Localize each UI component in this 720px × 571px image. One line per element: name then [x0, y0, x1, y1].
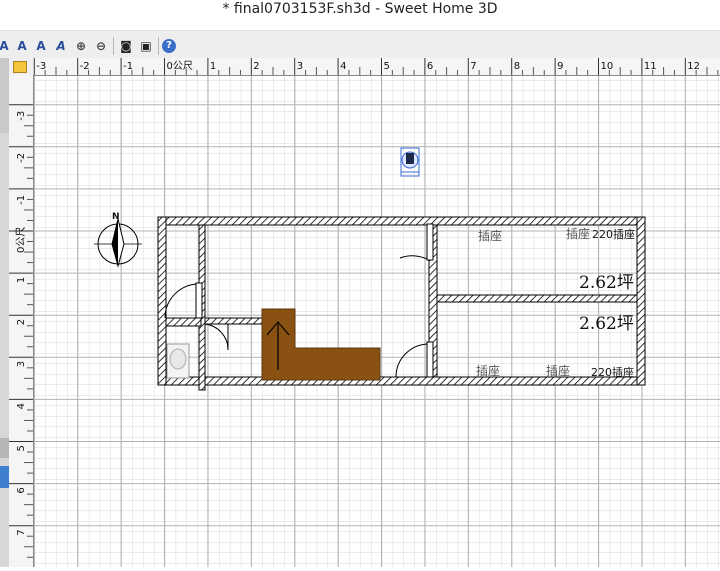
- ruler-label: -3: [16, 111, 27, 121]
- horizontal-ruler: -3 -2 -1 0公尺 1 2 3 4 5 6 7 8 9 10 11 12: [33, 58, 720, 76]
- wall[interactable]: [204, 317, 263, 325]
- ruler-label: 6: [16, 487, 27, 493]
- ruler-label: 5: [384, 61, 390, 72]
- video-icon[interactable]: ▣: [138, 38, 154, 54]
- ruler-label: -1: [16, 195, 27, 205]
- ruler-label: 3: [16, 361, 27, 367]
- room-area-label: 2.62坪: [579, 273, 634, 293]
- zoom-out-icon[interactable]: ⊖: [93, 38, 109, 54]
- ruler-corner: [9, 58, 34, 76]
- wall[interactable]: [636, 216, 646, 386]
- ruler-label: 0公尺: [167, 60, 193, 72]
- outlet-220-label: 220插座: [592, 228, 635, 241]
- ruler-label: 3: [297, 61, 303, 72]
- toolbar: A A A A ⊕ ⊖ ◙ ▣ ?: [0, 30, 720, 59]
- ruler-label: 12: [687, 61, 700, 72]
- outlet-label: 插座: [476, 364, 501, 378]
- outlet-label: 插座: [546, 364, 571, 378]
- camera-icon[interactable]: ◙: [118, 38, 134, 54]
- ruler-label: 0公尺: [15, 227, 27, 253]
- text-style-icon-1[interactable]: A: [0, 38, 12, 54]
- help-icon[interactable]: ?: [162, 39, 176, 53]
- ruler-label: 4: [16, 403, 27, 409]
- text-style-icon-2[interactable]: A: [14, 38, 30, 54]
- wall[interactable]: [436, 294, 638, 303]
- room-area-label: 2.62坪: [579, 314, 634, 334]
- ruler-label: 2: [253, 61, 259, 72]
- wall[interactable]: [157, 216, 167, 386]
- text-style-icon-3[interactable]: A: [33, 38, 49, 54]
- door[interactable]: [426, 341, 434, 378]
- window-title: * final0703153F.sh3d - Sweet Home 3D: [222, 1, 498, 17]
- outlet-220-label: 220插座: [591, 366, 634, 379]
- wall[interactable]: [165, 317, 202, 327]
- ruler-label: 6: [427, 61, 433, 72]
- zoom-in-icon[interactable]: ⊕: [73, 38, 89, 54]
- ruler-label: 7: [16, 529, 27, 535]
- toolbar-separator: [113, 37, 114, 55]
- ruler-label: -2: [16, 153, 27, 163]
- ruler-label: 1: [210, 61, 216, 72]
- wall[interactable]: [157, 376, 646, 386]
- compass-north-label: N: [112, 212, 120, 222]
- vertical-ruler: -3 -2 -1 0公尺 1 2 3 4 5 6 7: [9, 75, 34, 567]
- ruler-label: 1: [16, 277, 27, 283]
- wall[interactable]: [157, 216, 646, 226]
- toilet[interactable]: [166, 343, 190, 379]
- left-panel-edge: [0, 58, 9, 567]
- ruler-label: 2: [16, 319, 27, 325]
- ruler-label: 10: [601, 61, 614, 72]
- ruler-label: 5: [16, 445, 27, 451]
- door[interactable]: [426, 223, 434, 261]
- ruler-label: 4: [340, 61, 346, 72]
- title-bar: * final0703153F.sh3d - Sweet Home 3D: [0, 0, 720, 30]
- plan-view[interactable]: N 插座 插座 220插座 2.62坪 2.62坪 插座 插座 220插座: [33, 76, 720, 567]
- outlet-label: 插座: [566, 227, 591, 241]
- ruler-label: 7: [470, 61, 476, 72]
- toolbar-separator: [158, 37, 159, 55]
- ruler-label: 9: [557, 61, 563, 72]
- text-style-icon-4[interactable]: A: [53, 38, 69, 54]
- ruler-label: 8: [514, 61, 520, 72]
- door[interactable]: [195, 282, 203, 319]
- ruler-label: 11: [644, 61, 657, 72]
- outlet-label: 插座: [478, 229, 503, 243]
